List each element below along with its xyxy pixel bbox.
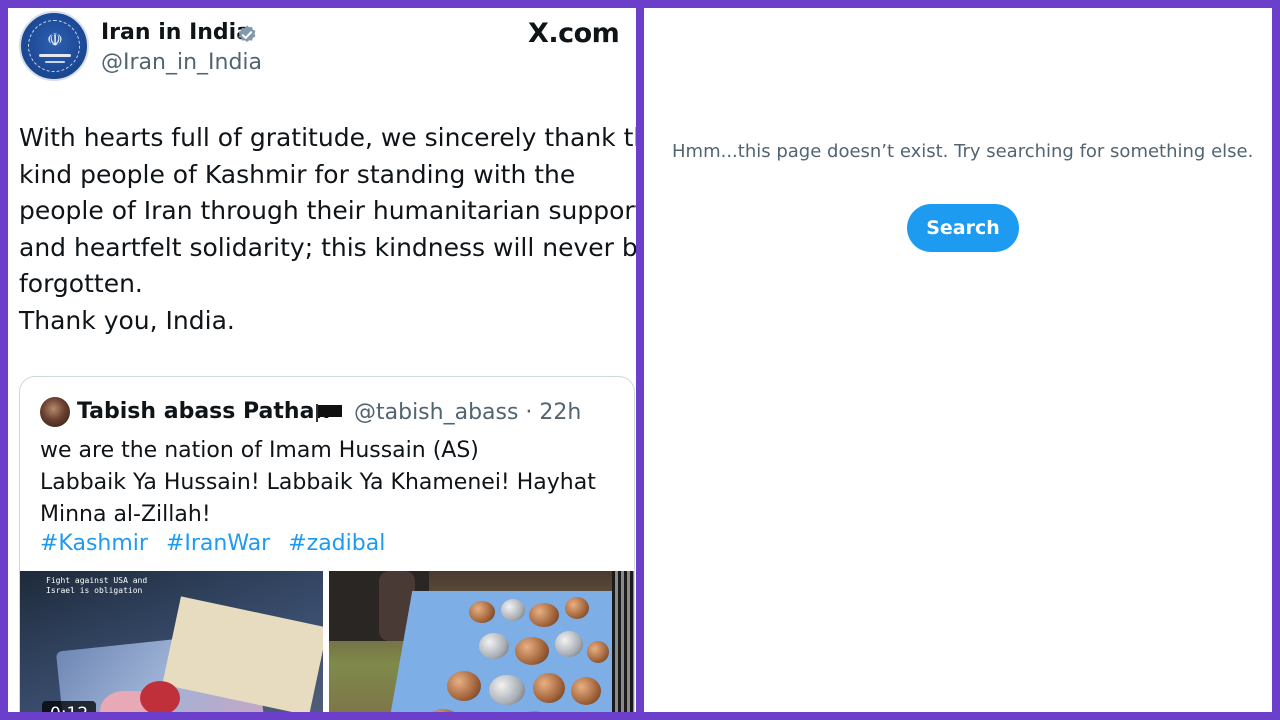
tweet-text-line: kind people of Kashmir for standing with… [19,159,576,189]
hashtag-list: #Kashmir #IranWar #zadibal [40,531,396,556]
video-duration-badge: 0:12 [42,701,97,712]
copper-pot [565,597,589,619]
copper-pot [515,637,549,665]
tweet-screenshot-panel: ☫ Iran in India @Iran_in_India X.com Wit… [8,8,636,712]
quoted-handle-time[interactable]: @tabish_abass · 22h [354,400,581,425]
copper-pot [469,601,495,623]
hashtag-link[interactable]: #zadibal [288,531,385,556]
copper-pot [533,673,565,703]
account-name[interactable]: Iran in India [101,20,251,45]
emblem-icon: ☫ [46,30,64,51]
copper-pot [447,671,481,701]
quoted-text-line: Minna al-Zillah! [40,502,211,527]
tweet-text-line: With hearts full of gratitude, we sincer… [19,123,636,152]
copper-pot [529,603,559,627]
avatar-script-line [39,54,71,57]
hashtag-link[interactable]: #IranWar [166,531,270,556]
video-thumbnail[interactable]: Fight against USA and Israel is obligati… [20,571,323,712]
photo-fence [612,571,634,712]
copper-pot [587,641,609,663]
avatar-script-line [45,61,65,63]
not-found-message: Hmm...this page doesn’t exist. Try searc… [672,141,1254,162]
quoted-author-name[interactable]: Tabish abass Pathan [77,399,330,424]
tweet-text-line: Thank you, India. [19,305,235,335]
verified-badge-icon [238,25,256,43]
tweet-text-line: people of Iran through their humanitaria… [19,196,636,225]
quoted-text-line: Labbaik Ya Hussain! Labbaik Ya Khamenei!… [40,470,596,495]
silver-pot [501,599,525,621]
quoted-text-line: we are the nation of Imam Hussain (AS) [40,438,479,463]
account-handle[interactable]: @Iran_in_India [101,50,262,75]
silver-pot [489,675,525,705]
copperware-photo[interactable] [329,571,634,712]
tweet-text-line: and heartfelt solidarity; this kindness … [19,232,636,262]
tweet-text-line: forgotten. [19,269,143,298]
tweet-text: With hearts full of gratitude, we sincer… [19,120,636,339]
quoted-text: we are the nation of Imam Hussain (AS) L… [40,435,620,531]
hashtag-link[interactable]: #Kashmir [40,531,148,556]
silver-pot [555,631,583,657]
black-flag-icon [316,404,342,422]
video-scene-object [140,681,180,712]
silver-pot [479,633,509,659]
video-caption-overlay: Fight against USA and Israel is obligati… [46,576,147,596]
video-caption-line: Fight against USA and [46,576,148,585]
iran-embassy-avatar[interactable]: ☫ [19,11,89,81]
search-button[interactable]: Search [907,204,1019,252]
video-caption-line: Israel is obligation [46,586,143,595]
page-not-found-panel: Hmm...this page doesn’t exist. Try searc… [644,8,1272,712]
quoted-tweet[interactable]: Tabish abass Pathan @tabish_abass · 22h … [19,376,635,712]
x-com-logo: X.com [528,18,620,49]
copper-pot [571,677,601,705]
quoted-author-avatar[interactable] [40,397,70,427]
